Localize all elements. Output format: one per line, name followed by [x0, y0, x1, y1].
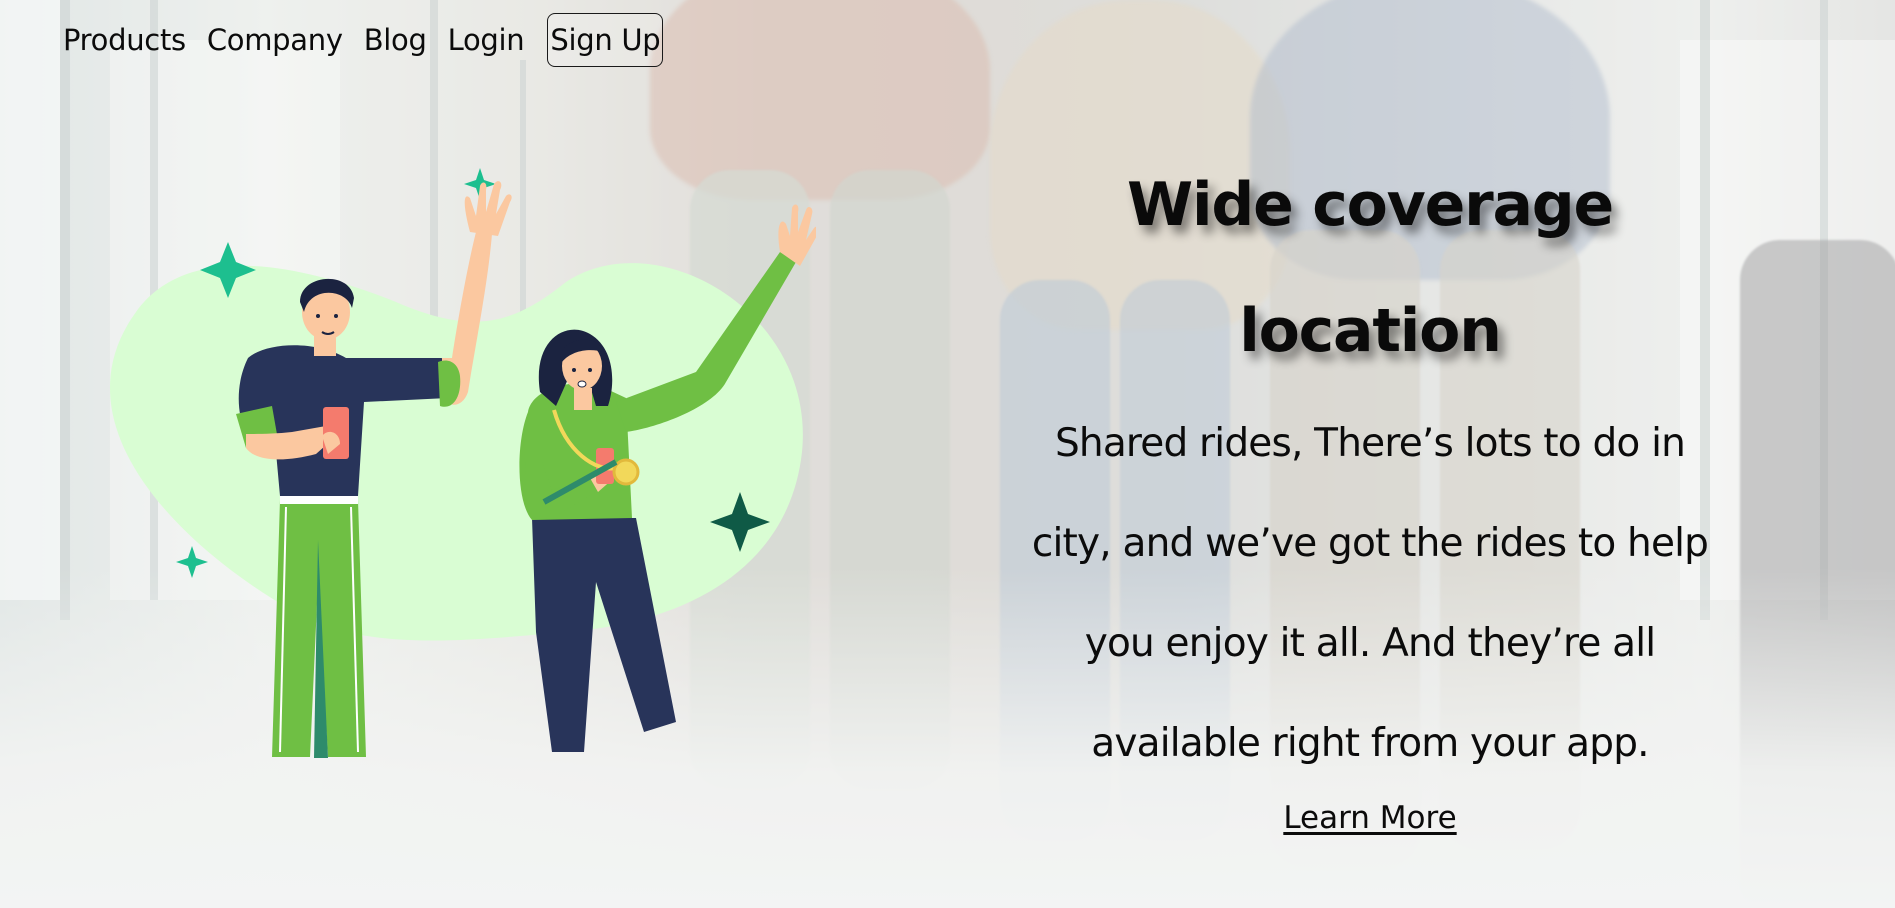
learn-more-link[interactable]: Learn More	[1283, 800, 1456, 836]
illustration-blob	[109, 263, 803, 641]
top-nav: Products Company Blog Login Sign Up	[63, 13, 664, 67]
hero-title: Wide coverage location	[1030, 142, 1710, 394]
nav-link-blog[interactable]: Blog	[364, 20, 427, 60]
signup-button[interactable]: Sign Up	[547, 13, 664, 67]
hero-section: Wide coverage location Shared rides, The…	[1030, 150, 1710, 836]
sparkle-icon	[176, 546, 208, 578]
hero-description: Shared rides, There’s lots to do in city…	[1031, 421, 1709, 766]
nav-link-products[interactable]: Products	[63, 20, 186, 60]
hero-title-line1: Wide coverage	[1127, 170, 1614, 240]
hero-illustration	[109, 168, 816, 758]
hero-title-line2: location	[1239, 296, 1502, 366]
medal-icon	[612, 458, 640, 486]
nav-link-login[interactable]: Login	[448, 20, 525, 60]
nav-link-company[interactable]: Company	[207, 20, 343, 60]
